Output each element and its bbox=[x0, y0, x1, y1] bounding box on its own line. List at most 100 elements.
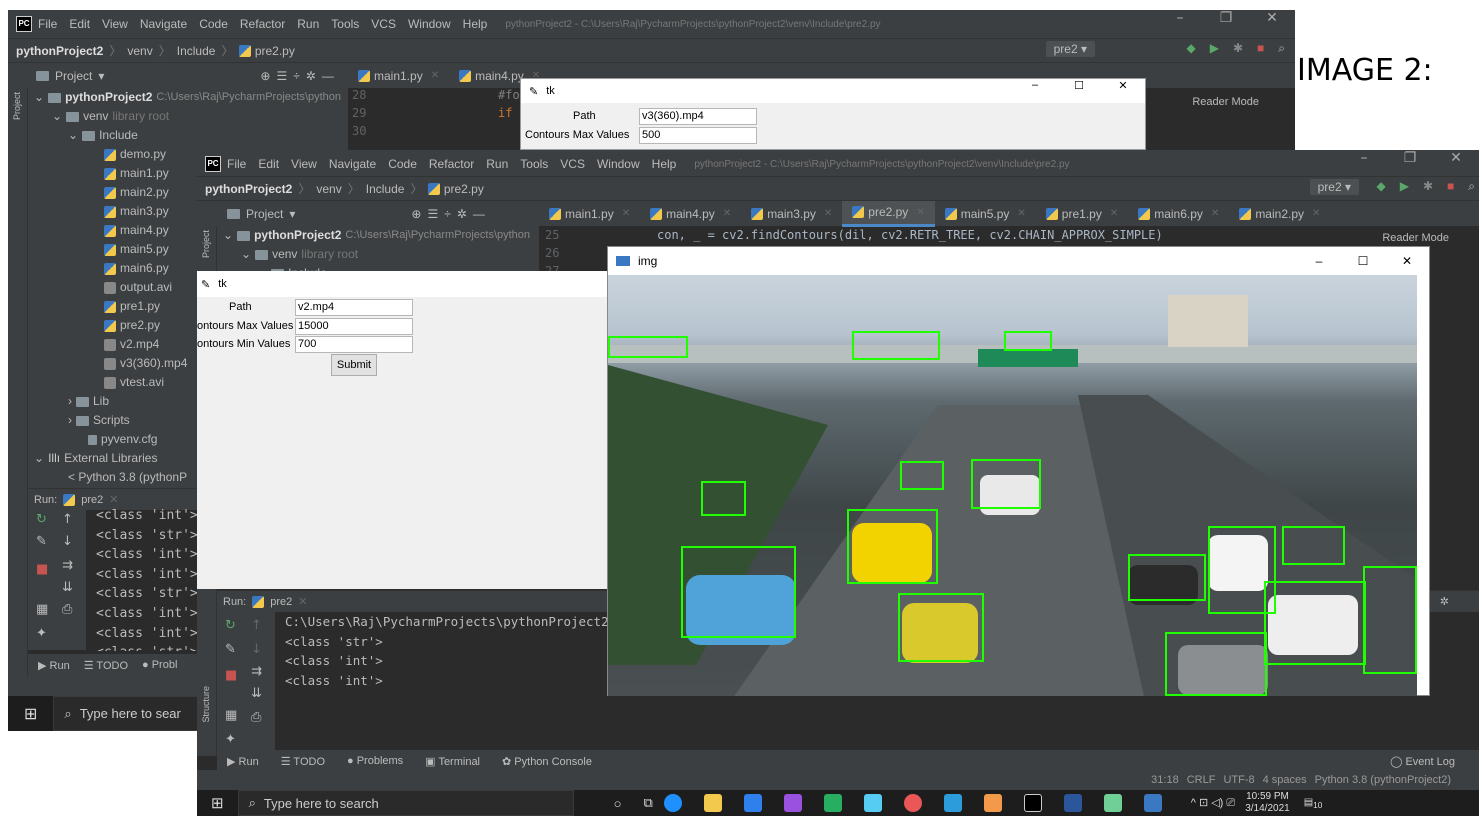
menu-navigate[interactable]: Navigate bbox=[140, 17, 187, 31]
project-stripe-label[interactable]: Project bbox=[201, 230, 211, 258]
menu-refactor[interactable]: Refactor bbox=[240, 17, 285, 31]
wrap-icon[interactable]: ⇉ bbox=[251, 664, 262, 679]
menu-window[interactable]: Window bbox=[408, 17, 451, 31]
chrome-icon[interactable] bbox=[903, 794, 922, 812]
tree-root[interactable]: ⌄ pythonProject2 C:\Users\Raj\PycharmProj… bbox=[28, 88, 348, 107]
tab-main1[interactable]: main1.py ✕ bbox=[348, 63, 449, 89]
minimize-icon[interactable]: – bbox=[1341, 150, 1387, 166]
search-icon[interactable]: ⌕ bbox=[1278, 41, 1285, 56]
tab-main1[interactable]: main1.py ✕ bbox=[539, 201, 640, 227]
crumb-project[interactable]: pythonProject2 bbox=[205, 182, 292, 196]
hide-icon[interactable]: — bbox=[473, 207, 485, 221]
down-icon[interactable]: ↓ bbox=[251, 642, 262, 657]
windows-start-icon[interactable]: ⊞ bbox=[211, 794, 224, 812]
maximize-icon[interactable]: ☐ bbox=[1341, 247, 1385, 275]
crumb-include[interactable]: Include bbox=[366, 182, 405, 196]
tree-venv[interactable]: ⌄ venv library root bbox=[28, 107, 348, 126]
down-icon[interactable]: ↓ bbox=[62, 534, 73, 549]
structure-stripe-label[interactable]: Structure bbox=[201, 686, 211, 723]
taskbar-search[interactable]: ⌕ Type here to search bbox=[237, 790, 574, 816]
locate-icon[interactable]: ⊕ bbox=[411, 207, 421, 221]
store-icon[interactable] bbox=[863, 794, 882, 812]
bottom-tab-problems[interactable]: ● Probl bbox=[142, 659, 177, 671]
menu-window[interactable]: Window bbox=[597, 157, 640, 171]
scroll-end-icon[interactable]: ⇊ bbox=[251, 686, 262, 701]
word-icon[interactable] bbox=[1063, 794, 1082, 812]
menu-tools[interactable]: Tools bbox=[331, 17, 359, 31]
print-icon[interactable]: ⎙ bbox=[251, 710, 261, 725]
wrench-icon[interactable]: ✎ bbox=[36, 534, 47, 549]
print-icon[interactable]: ⎙ bbox=[62, 602, 72, 617]
reader-mode[interactable]: Reader Mode bbox=[1382, 232, 1449, 244]
stop-icon[interactable]: ■ bbox=[1257, 41, 1264, 56]
menu-help[interactable]: Help bbox=[652, 157, 677, 171]
max-values-input[interactable]: 15000 bbox=[295, 318, 413, 335]
tab-main4[interactable]: main4.py ✕ bbox=[640, 201, 741, 227]
crumb-venv[interactable]: venv bbox=[127, 44, 152, 58]
run-icon[interactable]: ▶ bbox=[1210, 41, 1219, 56]
photos-icon[interactable] bbox=[1103, 794, 1122, 812]
app-icon[interactable] bbox=[783, 794, 802, 812]
windows-start-icon[interactable]: ⊞ bbox=[24, 704, 37, 724]
status-encoding[interactable]: UTF-8 bbox=[1223, 774, 1254, 786]
bottom-tab-run[interactable]: ▶ Run bbox=[227, 755, 259, 768]
bottom-tab-todo[interactable]: ☰ TODO bbox=[84, 659, 128, 672]
tab-main5[interactable]: main5.py ✕ bbox=[935, 201, 1036, 227]
python-icon[interactable] bbox=[1143, 794, 1162, 812]
menu-code[interactable]: Code bbox=[388, 157, 417, 171]
bottom-tab-python-console[interactable]: ✿ Python Console bbox=[502, 755, 592, 768]
layout-icon[interactable]: ▦ bbox=[225, 708, 237, 723]
close-icon[interactable]: ✕ bbox=[1433, 150, 1479, 166]
clock[interactable]: 10:59 PM 3/14/2021 bbox=[1245, 791, 1290, 815]
pin-icon[interactable]: ✦ bbox=[36, 626, 47, 641]
debug-icon[interactable]: ✱ bbox=[1233, 41, 1243, 56]
search-icon[interactable]: ⌕ bbox=[1468, 179, 1475, 194]
reader-mode[interactable]: Reader Mode bbox=[1192, 96, 1259, 108]
pycharm-taskbar-icon[interactable] bbox=[1023, 794, 1042, 812]
expand-icon[interactable]: ÷ bbox=[444, 207, 451, 221]
wrench-icon[interactable]: ✎ bbox=[225, 642, 236, 657]
maximize-icon[interactable]: ☐ bbox=[1057, 79, 1101, 92]
bottom-tab-run[interactable]: ▶ Run bbox=[38, 659, 70, 672]
tree-include[interactable]: ⌄ Include bbox=[28, 126, 348, 145]
tab-main2[interactable]: main2.py ✕ bbox=[1229, 201, 1330, 227]
wrap-icon[interactable]: ⇉ bbox=[62, 558, 73, 573]
explorer-icon[interactable] bbox=[703, 794, 722, 812]
gear-icon[interactable]: ✲ bbox=[306, 69, 316, 83]
bottom-tab-terminal[interactable]: ▣ Terminal bbox=[425, 755, 480, 768]
app-icon[interactable] bbox=[943, 794, 962, 812]
stop-icon[interactable]: ■ bbox=[1447, 179, 1454, 194]
system-tray-icons[interactable]: ^ ⊡ ◁) ⎚ bbox=[1191, 796, 1235, 810]
menu-view[interactable]: View bbox=[102, 17, 128, 31]
run-config-select[interactable]: pre2 ▾ bbox=[1045, 41, 1095, 57]
path-input[interactable]: v2.mp4 bbox=[295, 299, 413, 316]
rerun-icon[interactable]: ↻ bbox=[36, 512, 47, 527]
tab-pre1[interactable]: pre1.py ✕ bbox=[1036, 201, 1128, 227]
menu-navigate[interactable]: Navigate bbox=[329, 157, 376, 171]
tab-pre2[interactable]: pre2.py ✕ bbox=[842, 200, 935, 227]
up-icon[interactable]: ↑ bbox=[251, 618, 262, 633]
gear-icon[interactable]: ✲ bbox=[457, 207, 467, 221]
run-config-select[interactable]: pre2 ▾ bbox=[1309, 179, 1359, 195]
locate-icon[interactable]: ⊕ bbox=[260, 69, 270, 83]
status-interpreter[interactable]: Python 3.8 (pythonProject2) bbox=[1315, 774, 1451, 786]
collapse-icon[interactable]: ☰ bbox=[427, 207, 438, 221]
project-label[interactable]: Project bbox=[246, 207, 283, 221]
menu-refactor[interactable]: Refactor bbox=[429, 157, 474, 171]
event-log[interactable]: ◯ Event Log bbox=[1390, 755, 1455, 768]
crumb-include[interactable]: Include bbox=[177, 44, 216, 58]
cortana-icon[interactable]: ○ bbox=[614, 796, 622, 811]
rerun-icon[interactable]: ↻ bbox=[225, 618, 236, 633]
menu-vcs[interactable]: VCS bbox=[371, 17, 396, 31]
crumb-file[interactable]: pre2.py bbox=[444, 182, 484, 196]
restore-icon[interactable]: ❐ bbox=[1203, 10, 1249, 26]
debug-icon[interactable]: ✱ bbox=[1423, 179, 1433, 194]
menu-code[interactable]: Code bbox=[199, 17, 228, 31]
run-icon[interactable]: ▶ bbox=[1400, 179, 1409, 194]
scroll-end-icon[interactable]: ⇊ bbox=[62, 580, 73, 595]
status-position[interactable]: 31:18 bbox=[1151, 774, 1179, 786]
layout-icon[interactable]: ▦ bbox=[36, 602, 48, 617]
minimize-icon[interactable]: – bbox=[1297, 247, 1341, 275]
crumb-project[interactable]: pythonProject2 bbox=[16, 44, 103, 58]
status-indent[interactable]: 4 spaces bbox=[1263, 774, 1307, 786]
